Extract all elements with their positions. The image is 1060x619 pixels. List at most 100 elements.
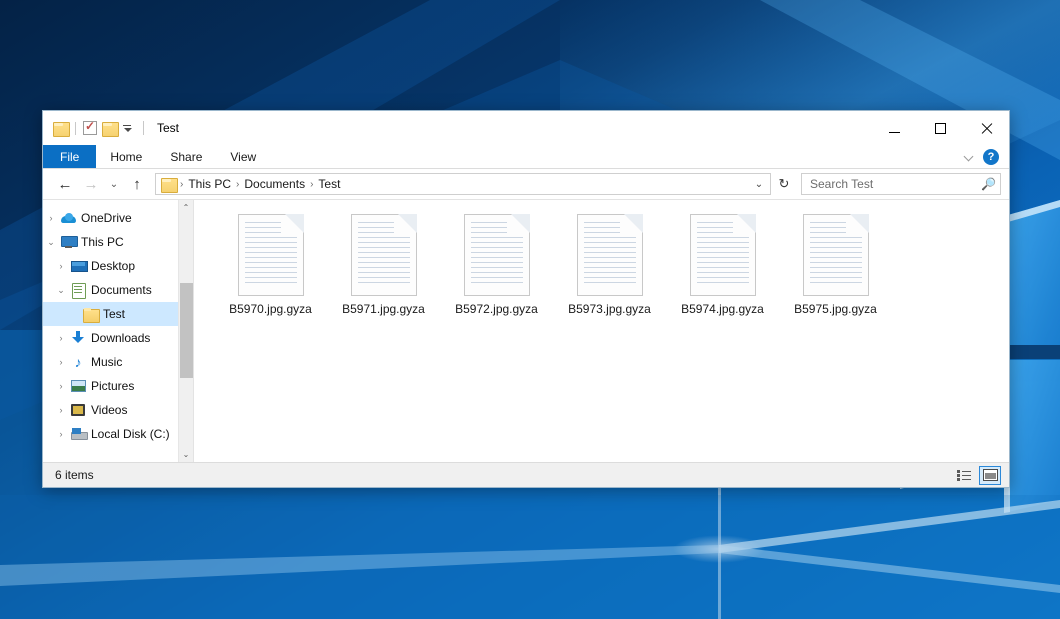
file-item[interactable]: B5975.jpg.gyza — [779, 212, 892, 330]
address-dropdown-icon[interactable]: ⌄ — [750, 179, 768, 190]
sidebar-item-pictures[interactable]: › Pictures — [43, 374, 178, 398]
tab-file[interactable]: File — [43, 145, 96, 168]
tab-share[interactable]: Share — [156, 145, 216, 168]
generic-document-icon — [803, 214, 869, 296]
chevron-right-icon[interactable]: › — [53, 261, 69, 271]
desktop: Test File Home Share View ? — [0, 0, 1060, 619]
disk-icon — [69, 428, 87, 440]
breadcrumb-folder-icon — [161, 178, 176, 191]
sidebar-item-desktop[interactable]: › Desktop — [43, 254, 178, 278]
minimize-button[interactable] — [871, 111, 917, 145]
desktop-icon — [69, 260, 87, 272]
sidebar-item-local-disk-c[interactable]: › Local Disk (C:) — [43, 422, 178, 446]
tab-home[interactable]: Home — [96, 145, 156, 168]
chevron-down-icon[interactable]: ⌄ — [43, 237, 59, 248]
sidebar-item-onedrive[interactable]: › OneDrive — [43, 206, 178, 230]
search-icon: 🔍 — [981, 177, 996, 191]
view-toggle-group — [953, 466, 1001, 485]
generic-document-icon — [351, 214, 417, 296]
maximize-button[interactable] — [917, 111, 963, 145]
chevron-down-icon[interactable]: ⌄ — [53, 285, 69, 296]
close-button[interactable] — [963, 111, 1009, 145]
chevron-right-icon[interactable]: › — [53, 429, 69, 439]
file-name: B5970.jpg.gyza — [229, 302, 312, 316]
chevron-right-icon[interactable]: › — [43, 213, 59, 223]
breadcrumb-item-test[interactable]: Test — [313, 177, 345, 191]
forward-button[interactable]: → — [79, 172, 103, 196]
minimize-icon — [889, 132, 900, 133]
file-item[interactable]: B5974.jpg.gyza — [666, 212, 779, 330]
breadcrumb[interactable]: › This PC › Documents › Test ⌄ — [155, 173, 771, 195]
title-bar: Test — [43, 111, 1009, 145]
window-body: › OneDrive ⌄ This PC › Desktop — [43, 199, 1009, 462]
search-box[interactable]: Search Test 🔍 — [801, 173, 1001, 195]
back-button[interactable]: ← — [53, 172, 77, 196]
document-fold-icon — [398, 214, 417, 233]
file-name: B5972.jpg.gyza — [455, 302, 538, 316]
download-icon — [69, 331, 87, 345]
navigation-scrollbar[interactable]: ⌃ ⌄ — [178, 200, 193, 462]
file-item[interactable]: B5972.jpg.gyza — [440, 212, 553, 330]
status-bar: 6 items — [43, 462, 1009, 487]
file-item[interactable]: B5973.jpg.gyza — [553, 212, 666, 330]
chevron-down-icon — [124, 128, 132, 132]
breadcrumb-item-this-pc[interactable]: This PC — [183, 177, 236, 191]
music-icon: ♪ — [69, 355, 87, 369]
pictures-icon — [69, 380, 87, 392]
window-controls — [871, 111, 1009, 145]
chevron-right-icon[interactable]: › — [53, 381, 69, 391]
sidebar-item-music[interactable]: › ♪ Music — [43, 350, 178, 374]
properties-checkbox-icon[interactable] — [83, 121, 97, 135]
chevron-right-icon[interactable]: › — [53, 333, 69, 343]
item-count-label: 6 items — [55, 468, 94, 482]
tab-view[interactable]: View — [216, 145, 270, 168]
sidebar-item-videos[interactable]: › Videos — [43, 398, 178, 422]
sidebar-item-label: Music — [91, 355, 122, 369]
recent-locations-button[interactable]: ⌄ — [105, 172, 123, 196]
large-icons-view-button[interactable] — [979, 466, 1001, 485]
quick-access-toolbar: Test — [43, 121, 179, 135]
sidebar-item-label: Documents — [91, 283, 152, 297]
documents-icon — [69, 283, 87, 297]
generic-document-icon — [464, 214, 530, 296]
document-fold-icon — [285, 214, 304, 233]
folder-icon[interactable] — [53, 122, 68, 135]
document-fold-icon — [737, 214, 756, 233]
sidebar-item-label: Downloads — [91, 331, 150, 345]
navigation-pane: › OneDrive ⌄ This PC › Desktop — [43, 200, 194, 462]
generic-document-icon — [238, 214, 304, 296]
file-name: B5974.jpg.gyza — [681, 302, 764, 316]
ribbon-right-controls: ? — [965, 145, 1009, 168]
customize-quick-access-dropdown[interactable] — [122, 125, 132, 132]
search-input[interactable]: Search Test — [810, 177, 981, 191]
file-name: B5971.jpg.gyza — [342, 302, 425, 316]
file-name: B5975.jpg.gyza — [794, 302, 877, 316]
details-view-button[interactable] — [953, 466, 975, 485]
refresh-button[interactable]: ↻ — [773, 173, 795, 195]
file-list-area[interactable]: B5970.jpg.gyza B5971.jpg.gyza — [194, 200, 1009, 462]
sidebar-item-test[interactable]: Test — [43, 302, 178, 326]
chevron-right-icon[interactable]: › — [53, 405, 69, 415]
file-item[interactable]: B5971.jpg.gyza — [327, 212, 440, 330]
chevron-right-icon[interactable]: › — [53, 357, 69, 367]
scrollbar-track[interactable] — [179, 215, 194, 447]
sidebar-item-downloads[interactable]: › Downloads — [43, 326, 178, 350]
sidebar-item-this-pc[interactable]: ⌄ This PC — [43, 230, 178, 254]
maximize-icon — [935, 123, 946, 134]
up-button[interactable]: ↑ — [125, 172, 149, 196]
expand-ribbon-chevron-icon[interactable] — [965, 152, 974, 161]
document-fold-icon — [850, 214, 869, 233]
file-item[interactable]: B5970.jpg.gyza — [214, 212, 327, 330]
scrollbar-thumb[interactable] — [180, 283, 193, 378]
help-button[interactable]: ? — [983, 149, 999, 165]
sidebar-item-label: Local Disk (C:) — [91, 427, 170, 441]
large-icons-view-icon — [983, 469, 998, 481]
file-explorer-window: Test File Home Share View ? — [42, 110, 1010, 488]
scroll-down-button[interactable]: ⌄ — [179, 447, 194, 462]
title-divider — [143, 121, 144, 135]
new-folder-icon[interactable] — [102, 122, 117, 135]
breadcrumb-item-documents[interactable]: Documents — [239, 177, 310, 191]
sidebar-item-documents[interactable]: ⌄ Documents — [43, 278, 178, 302]
window-title: Test — [157, 121, 179, 135]
scroll-up-button[interactable]: ⌃ — [179, 200, 194, 215]
